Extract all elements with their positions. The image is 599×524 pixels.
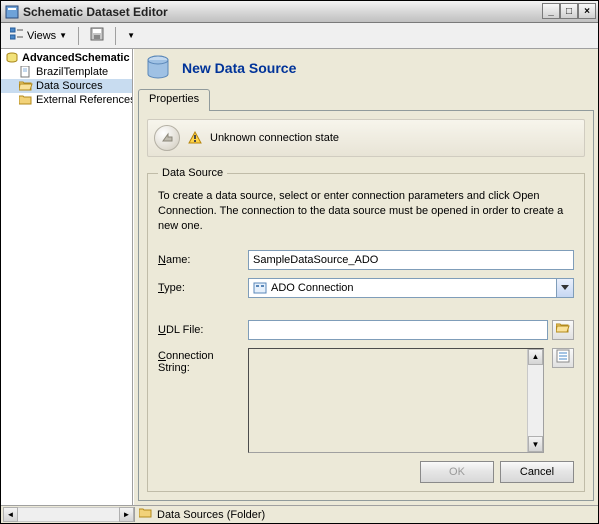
close-button[interactable]: × bbox=[578, 3, 596, 19]
build-connstring-button[interactable] bbox=[552, 348, 574, 368]
views-label: Views bbox=[27, 30, 56, 42]
properties-icon bbox=[556, 349, 570, 366]
info-text: To create a data source, select or enter… bbox=[158, 189, 574, 234]
type-label: Type: bbox=[158, 282, 248, 294]
warning-icon bbox=[188, 131, 202, 145]
connstring-tools bbox=[548, 348, 574, 453]
titlebar: Schematic Dataset Editor _ □ × bbox=[1, 1, 598, 23]
scroll-track[interactable] bbox=[18, 507, 119, 522]
views-dropdown[interactable]: Views ▼ bbox=[5, 26, 72, 46]
app-icon bbox=[5, 5, 19, 19]
separator bbox=[115, 27, 116, 45]
content-header: New Data Source bbox=[138, 51, 594, 87]
folder-open-icon bbox=[19, 80, 33, 92]
statusbar-text: Data Sources (Folder) bbox=[157, 509, 265, 521]
status-text: Unknown connection state bbox=[210, 132, 339, 144]
database-icon bbox=[5, 52, 19, 64]
tree-root-label: AdvancedSchematic bbox=[22, 52, 130, 64]
row-name: Name: bbox=[158, 250, 574, 270]
toolbar: Views ▼ ▼ bbox=[1, 23, 598, 49]
name-input[interactable] bbox=[248, 250, 574, 270]
ok-button[interactable]: OK bbox=[420, 461, 494, 483]
udl-input[interactable] bbox=[248, 320, 548, 340]
connstring-value bbox=[249, 349, 527, 452]
doc-icon bbox=[19, 66, 33, 78]
type-select[interactable]: ADO Connection bbox=[248, 278, 574, 298]
scroll-right-icon[interactable]: ► bbox=[119, 507, 134, 522]
row-connstring: Connection String: ▲ ▼ bbox=[158, 348, 574, 453]
chevron-down-icon: ▼ bbox=[59, 31, 67, 40]
sidebar-tree[interactable]: AdvancedSchematic BrazilTemplate Data So… bbox=[1, 49, 133, 505]
tab-panel-properties: Unknown connection state Data Source To … bbox=[138, 110, 594, 501]
datasource-icon bbox=[142, 52, 174, 84]
tree-item-label: BrazilTemplate bbox=[36, 66, 108, 78]
overflow-button[interactable]: ▼ bbox=[122, 26, 140, 46]
folder-open-icon bbox=[556, 322, 570, 337]
minimize-button[interactable]: _ bbox=[542, 3, 560, 19]
status-row: Unknown connection state bbox=[147, 119, 585, 157]
scroll-left-icon[interactable]: ◄ bbox=[3, 507, 18, 522]
statusbar: ◄ ► Data Sources (Folder) bbox=[1, 505, 598, 523]
tree-item-braziltemplate[interactable]: BrazilTemplate bbox=[1, 65, 132, 79]
tree-icon bbox=[10, 27, 24, 44]
window-controls: _ □ × bbox=[542, 3, 596, 19]
datasource-fieldset: Data Source To create a data source, sel… bbox=[147, 167, 585, 492]
type-value: ADO Connection bbox=[271, 282, 354, 294]
connstring-label: Connection String: bbox=[158, 348, 248, 453]
sidebar-hscroll[interactable]: ◄ ► bbox=[3, 507, 135, 522]
tab-properties[interactable]: Properties bbox=[138, 89, 210, 111]
cancel-button[interactable]: Cancel bbox=[500, 461, 574, 483]
scrollbar-vertical[interactable]: ▲ ▼ bbox=[527, 349, 543, 452]
row-udl: UDL File: bbox=[158, 320, 574, 340]
ado-icon bbox=[253, 281, 267, 295]
save-button[interactable] bbox=[85, 26, 109, 46]
folder-icon bbox=[19, 94, 33, 106]
tree-root[interactable]: AdvancedSchematic bbox=[1, 51, 132, 65]
page-title: New Data Source bbox=[182, 60, 296, 76]
connstring-textarea[interactable]: ▲ ▼ bbox=[248, 348, 544, 453]
scroll-down-icon[interactable]: ▼ bbox=[528, 436, 543, 452]
main-split: AdvancedSchematic BrazilTemplate Data So… bbox=[1, 49, 598, 505]
name-label: Name: bbox=[158, 254, 248, 266]
save-icon bbox=[90, 27, 104, 44]
window-title: Schematic Dataset Editor bbox=[23, 5, 168, 19]
udl-label: UDL File: bbox=[158, 324, 248, 336]
row-type: Type: ADO Connection bbox=[158, 278, 574, 298]
browse-button[interactable] bbox=[552, 320, 574, 340]
chevron-down-icon[interactable] bbox=[556, 279, 573, 297]
tab-row: Properties bbox=[138, 89, 594, 111]
chevron-down-icon: ▼ bbox=[127, 31, 135, 40]
separator bbox=[78, 27, 79, 45]
tree-item-externalrefs[interactable]: External References bbox=[1, 93, 132, 107]
maximize-button[interactable]: □ bbox=[560, 3, 578, 19]
arrow-badge bbox=[154, 125, 180, 151]
footer-buttons: OK Cancel bbox=[158, 461, 574, 483]
folder-icon bbox=[139, 507, 153, 522]
tree-item-label: Data Sources bbox=[36, 80, 103, 92]
tab-label: Properties bbox=[149, 93, 199, 105]
content-panel: New Data Source Properties Unknown conne… bbox=[133, 49, 598, 505]
tree-item-datasources[interactable]: Data Sources bbox=[1, 79, 132, 93]
scroll-up-icon[interactable]: ▲ bbox=[528, 349, 543, 365]
fieldset-legend: Data Source bbox=[158, 167, 227, 179]
tree-item-label: External References bbox=[36, 94, 133, 106]
